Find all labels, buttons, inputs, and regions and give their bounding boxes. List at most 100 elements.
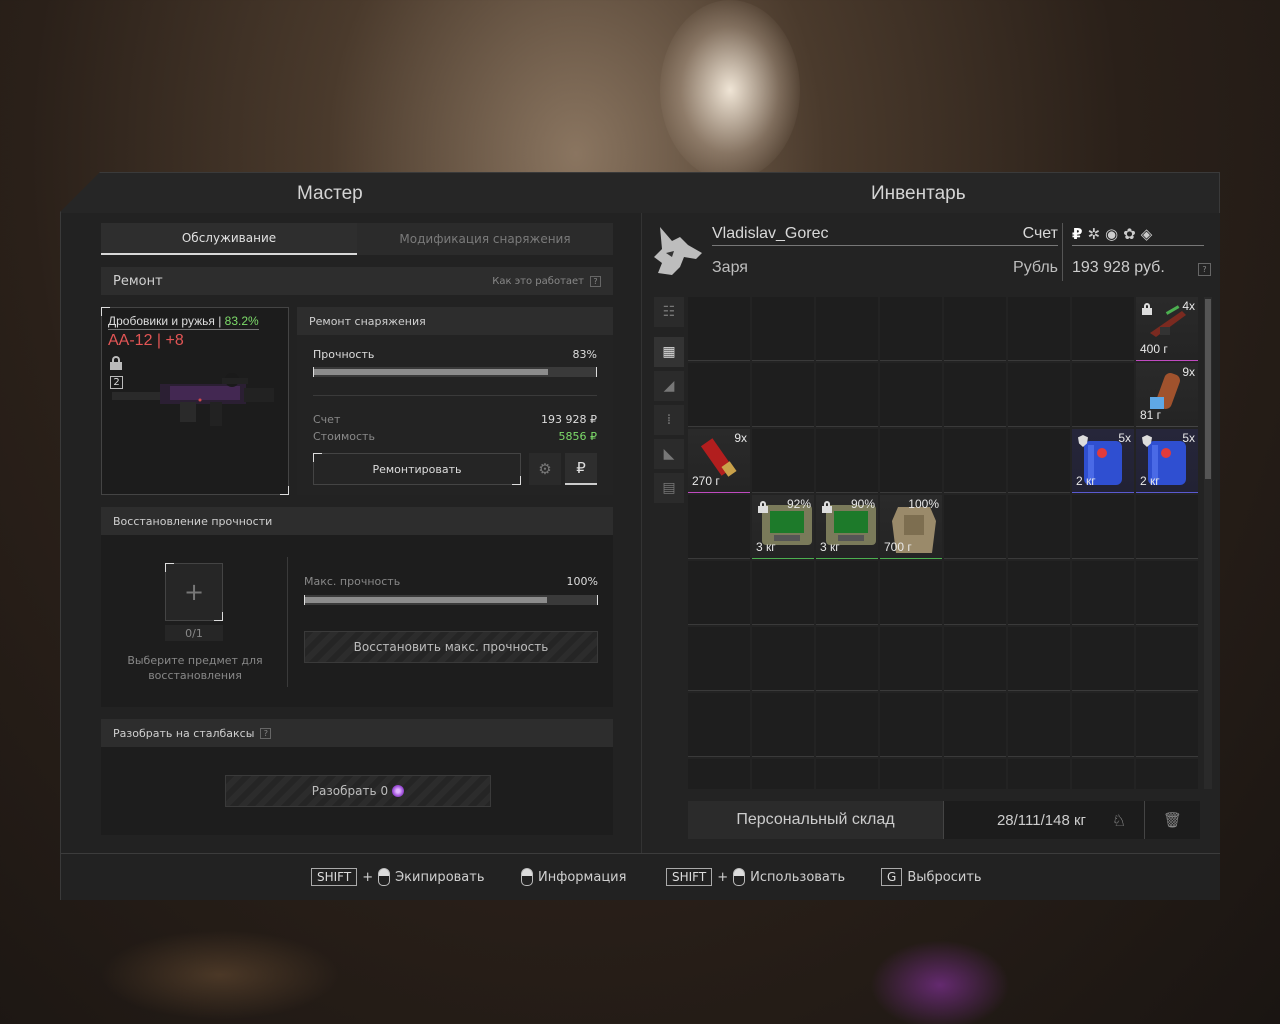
inventory-cell[interactable] xyxy=(944,627,1006,691)
inventory-cell[interactable] xyxy=(752,627,814,691)
inventory-cell[interactable] xyxy=(944,297,1006,361)
personal-storage-button[interactable]: Персональный склад xyxy=(688,801,944,839)
inventory-cell[interactable] xyxy=(944,759,1006,789)
inventory-cell[interactable] xyxy=(880,693,942,757)
inventory-cell[interactable] xyxy=(1072,693,1134,757)
inventory-cell[interactable] xyxy=(880,759,942,789)
vest-item[interactable]: 100% 700 г xyxy=(880,495,942,559)
inventory-cell[interactable] xyxy=(688,363,750,427)
canister-item[interactable]: 5x 2 кг xyxy=(1072,429,1134,493)
repair-button[interactable]: Ремонтировать xyxy=(313,453,521,485)
coin-icon[interactable]: ◉ xyxy=(1105,225,1118,243)
tab-modification[interactable]: Модификация снаряжения xyxy=(357,223,613,255)
inventory-cell[interactable] xyxy=(688,495,750,559)
inventory-cell[interactable] xyxy=(688,297,750,361)
how-it-works-link[interactable]: Как это работает ? xyxy=(492,275,601,287)
gear-icon[interactable]: ⚙ xyxy=(529,453,561,485)
ruble-currency-button[interactable]: ₽ xyxy=(565,453,597,485)
device-item[interactable]: 90% 3 кг xyxy=(816,495,878,559)
inventory-cell[interactable] xyxy=(1072,759,1134,789)
inventory-cell[interactable] xyxy=(1072,561,1134,625)
inventory-cell[interactable] xyxy=(816,693,878,757)
inventory-cell[interactable] xyxy=(880,429,942,493)
inventory-cell[interactable] xyxy=(1072,495,1134,559)
weapon-filter-icon[interactable]: ◢ xyxy=(654,371,684,401)
inventory-cell[interactable] xyxy=(880,363,942,427)
restore-max-durability-button[interactable]: Восстановить макс. прочность xyxy=(304,631,598,663)
inventory-cell[interactable] xyxy=(816,297,878,361)
inventory-scrollbar[interactable] xyxy=(1204,297,1212,789)
inventory-cell[interactable] xyxy=(752,759,814,789)
inventory-cell[interactable] xyxy=(816,561,878,625)
inventory-cell[interactable] xyxy=(752,429,814,493)
inventory-cell[interactable] xyxy=(1008,429,1070,493)
item-count: 90% xyxy=(850,497,875,511)
inventory-cell[interactable] xyxy=(1136,561,1198,625)
inventory-cell[interactable] xyxy=(1136,627,1198,691)
inventory-cell[interactable] xyxy=(1008,759,1070,789)
inventory-cell[interactable] xyxy=(944,561,1006,625)
help-icon[interactable]: ? xyxy=(1198,263,1211,276)
inventory-cell[interactable] xyxy=(752,693,814,757)
inventory-cell[interactable] xyxy=(688,759,750,789)
inventory-cell[interactable] xyxy=(1008,297,1070,361)
inventory-cell[interactable] xyxy=(688,627,750,691)
inventory-cell[interactable] xyxy=(816,363,878,427)
inventory-cell[interactable] xyxy=(944,363,1006,427)
inventory-cell[interactable] xyxy=(688,693,750,757)
paw-icon[interactable]: ✿ xyxy=(1123,225,1136,243)
inventory-cell[interactable] xyxy=(1008,495,1070,559)
cog-coin-icon[interactable]: ✲ xyxy=(1087,225,1100,243)
inventory-cell[interactable] xyxy=(816,759,878,789)
inventory-cell[interactable] xyxy=(944,495,1006,559)
inventory-cell[interactable] xyxy=(880,297,942,361)
inventory-cell[interactable] xyxy=(1136,759,1198,789)
lock-icon xyxy=(758,501,768,513)
weapon-item[interactable]: 4x 400 г xyxy=(1136,297,1198,361)
repair-header: Ремонт Как это работает ? xyxy=(101,267,613,295)
canister-item[interactable]: 5x 2 кг xyxy=(1136,429,1198,493)
max-durability-row: Макс. прочность 100% xyxy=(304,575,598,588)
item-count: 9x xyxy=(1182,365,1195,379)
inventory-cell[interactable] xyxy=(1072,363,1134,427)
account-value: 193 928 ₽ xyxy=(541,413,597,426)
inventory-cell[interactable] xyxy=(1008,363,1070,427)
inventory-cell[interactable] xyxy=(1136,693,1198,757)
misc-filter-icon[interactable]: ▤ xyxy=(654,473,684,503)
g-key: G xyxy=(881,868,903,886)
inventory-cell[interactable] xyxy=(880,627,942,691)
scrollbar-thumb[interactable] xyxy=(1205,299,1211,479)
repair-item-slot[interactable]: Дробовики и ружья | 83.2% АА-12 | +8 2 xyxy=(101,307,289,495)
inventory-cell[interactable] xyxy=(1008,561,1070,625)
inventory-cell[interactable] xyxy=(944,693,1006,757)
restore-slot-count: 0/1 xyxy=(165,625,223,641)
inventory-cell[interactable] xyxy=(752,363,814,427)
inventory-cell[interactable] xyxy=(816,627,878,691)
inventory-cell[interactable] xyxy=(1136,495,1198,559)
shell-item[interactable]: 9x 270 г xyxy=(688,429,750,493)
grid-all-icon[interactable]: ▦ xyxy=(654,337,684,367)
token-icon[interactable]: ◈ xyxy=(1141,225,1153,243)
inventory-cell[interactable] xyxy=(688,561,750,625)
sort-icon[interactable]: ☷ xyxy=(654,297,684,327)
tab-service[interactable]: Обслуживание xyxy=(101,223,357,255)
inventory-cell[interactable] xyxy=(816,429,878,493)
device-item[interactable]: 92% 3 кг xyxy=(752,495,814,559)
restore-add-slot[interactable]: + xyxy=(165,563,223,621)
ammo-item[interactable]: 9x 81 г xyxy=(1136,363,1198,427)
trash-icon[interactable]: 🗑 xyxy=(1144,801,1200,839)
inventory-cell[interactable] xyxy=(752,561,814,625)
inventory-cell[interactable] xyxy=(752,297,814,361)
disassemble-section: Разобрать на сталбаксы ? Разобрать 0 xyxy=(101,719,613,835)
inventory-cell[interactable] xyxy=(1072,297,1134,361)
disassemble-button[interactable]: Разобрать 0 xyxy=(225,775,491,807)
armor-filter-icon[interactable]: ◣ xyxy=(654,439,684,469)
inventory-cell[interactable] xyxy=(1008,693,1070,757)
inventory-cell[interactable] xyxy=(944,429,1006,493)
inventory-cell[interactable] xyxy=(880,561,942,625)
equip-label: Экипировать xyxy=(395,869,485,885)
ruble-icon[interactable]: ₽ xyxy=(1072,225,1082,243)
ammo-filter-icon[interactable]: ⁞ xyxy=(654,405,684,435)
inventory-cell[interactable] xyxy=(1072,627,1134,691)
inventory-cell[interactable] xyxy=(1008,627,1070,691)
